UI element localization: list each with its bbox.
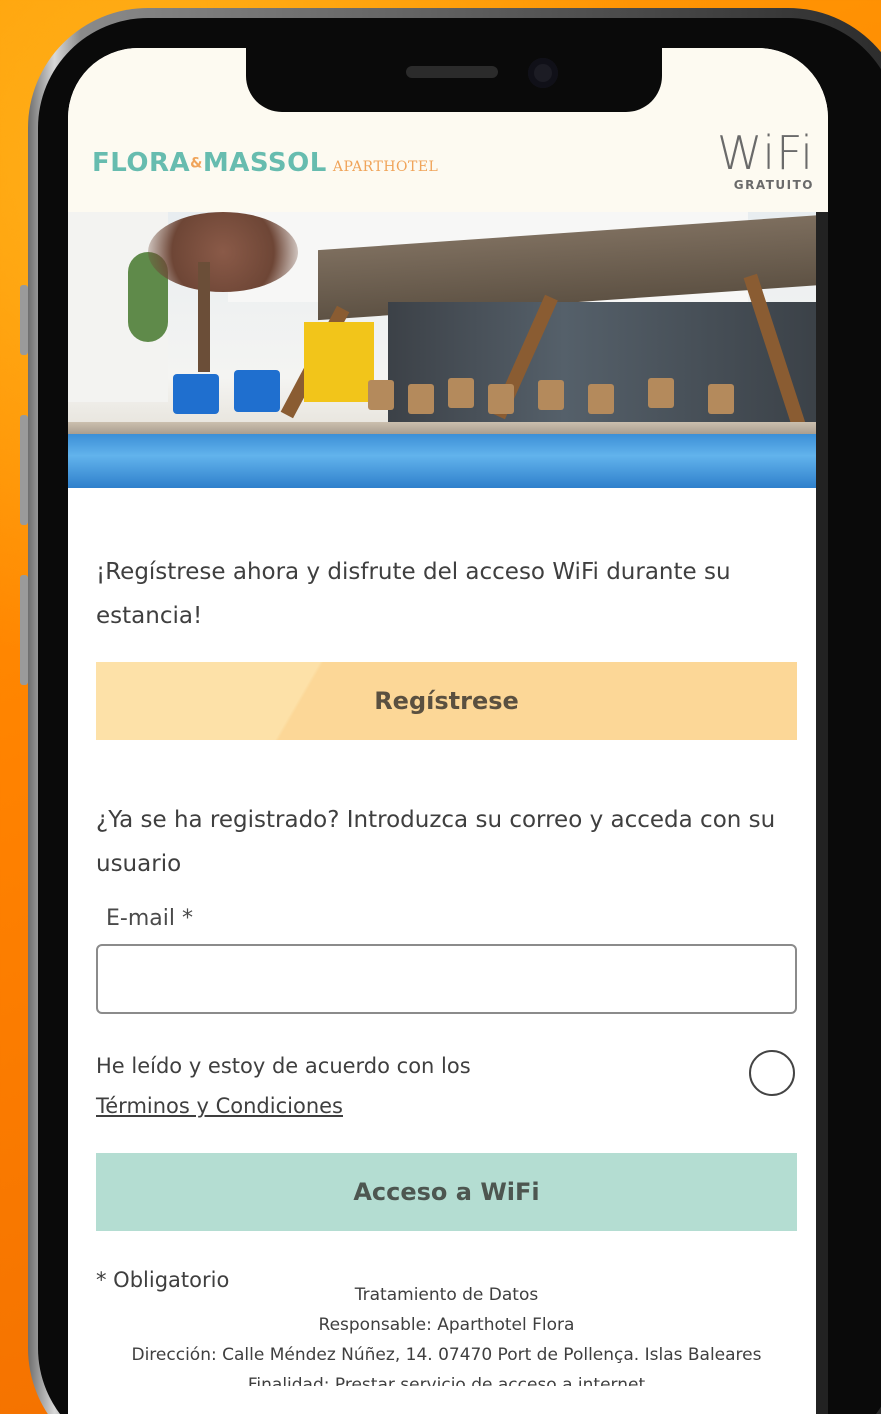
front-camera-icon: [528, 58, 558, 88]
photo-chair: [708, 384, 734, 414]
speaker-grille: [406, 66, 498, 78]
legal-address: Dirección: Calle Méndez Núñez, 14. 07470…: [131, 1345, 762, 1365]
register-button[interactable]: Regístrese: [96, 662, 797, 740]
hotel-logo: FLORA&MASSOL APARTHOTEL: [92, 148, 438, 178]
photo-chair: [538, 380, 564, 410]
login-heading: ¿Ya se ha registrado? Introduzca su corr…: [96, 807, 776, 877]
photo-chair: [648, 378, 674, 408]
logo-subtitle: APARTHOTEL: [332, 159, 439, 175]
email-label: E-mail *: [106, 906, 193, 931]
email-input[interactable]: [96, 944, 797, 1014]
phone-screen: FLORA&MASSOL APARTHOTEL WiFi GRATUITO ¡Re: [68, 48, 828, 1414]
wifi-gratuito-badge: WiFi GRATUITO: [717, 130, 814, 192]
logo-text: FLORA: [92, 148, 191, 178]
intro-text: ¡Regístrese ahora y disfrute del acceso …: [96, 559, 731, 629]
photo-chair: [408, 384, 434, 414]
photo-chair: [488, 384, 514, 414]
data-treatment-notice: Tratamiento de Datos Responsable: Aparth…: [96, 1280, 797, 1386]
notch: [246, 48, 662, 112]
photo-yellow-panel: [304, 322, 374, 402]
terms-accept-radio[interactable]: [749, 1050, 795, 1096]
hotel-pool-photo: [68, 212, 828, 488]
photo-chair: [588, 384, 614, 414]
logo-ampersand: &: [190, 155, 203, 172]
side-button: [20, 415, 28, 525]
side-button: [20, 575, 28, 685]
terms-link[interactable]: Términos y Condiciones: [96, 1094, 343, 1118]
photo-chair: [368, 380, 394, 410]
logo-text-second: MASSOL: [202, 148, 327, 178]
legal-responsible: Responsable: Aparthotel Flora: [318, 1315, 575, 1335]
photo-lounger: [234, 370, 280, 412]
photo-tree: [148, 212, 298, 292]
terms-row: He leído y estoy de acuerdo con los Térm…: [96, 1046, 797, 1126]
photo-pool-water: [68, 434, 828, 488]
wifi-title: WiFi: [716, 126, 814, 180]
photo-lounger: [173, 374, 219, 414]
side-button: [20, 285, 28, 355]
terms-text: He leído y estoy de acuerdo con los: [96, 1054, 471, 1078]
wifi-access-button[interactable]: Acceso a WiFi: [96, 1153, 797, 1231]
legal-title: Tratamiento de Datos: [354, 1285, 539, 1305]
wifi-subtitle: GRATUITO: [733, 178, 814, 192]
photo-chair: [448, 378, 474, 408]
bezel-edge: [816, 212, 828, 1414]
legal-purpose: Finalidad: Prestar servicio de acceso a …: [247, 1375, 646, 1386]
photo-tree-trunk: [198, 262, 210, 372]
terms-text-block: He leído y estoy de acuerdo con los Térm…: [96, 1046, 471, 1126]
